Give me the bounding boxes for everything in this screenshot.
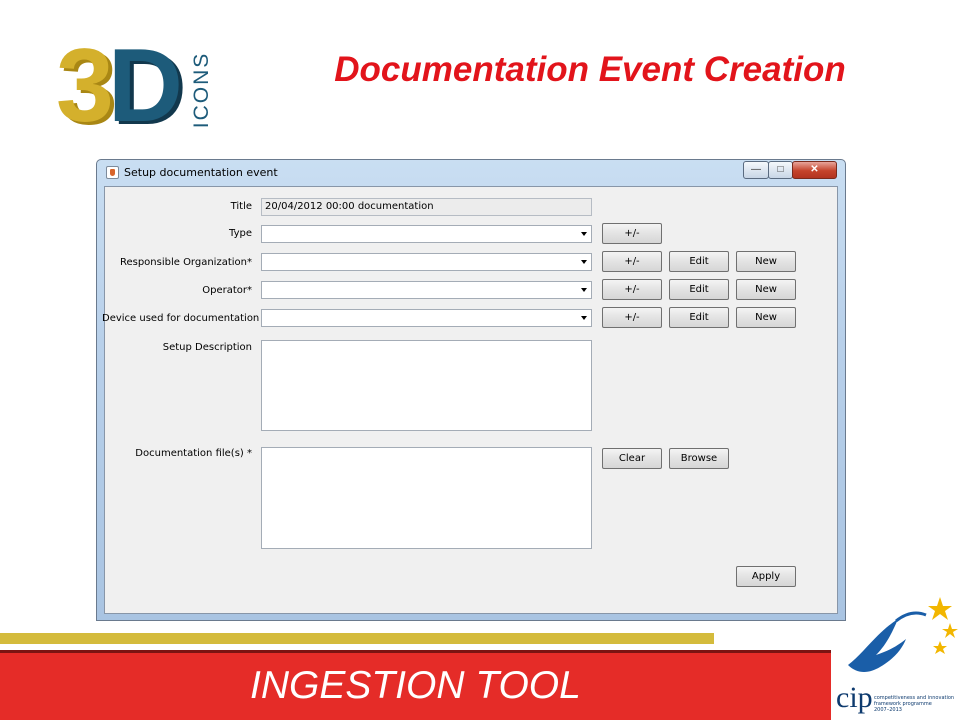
gold-divider-bar (0, 633, 714, 644)
cip-years: 2007–2013 (874, 707, 902, 713)
maximize-icon: □ (777, 164, 784, 175)
operator-label: Operator* (202, 285, 252, 296)
window-client-area: Title 20/04/2012 00:00 documentation Typ… (102, 186, 838, 614)
responsible-organization-edit-button[interactable]: Edit (669, 251, 729, 272)
apply-button[interactable]: Apply (736, 566, 796, 587)
documentation-files-label: Documentation file(s) * (135, 448, 252, 459)
cip-runner-stars-graphic (848, 597, 958, 672)
chevron-down-icon (581, 232, 587, 236)
responsible-organization-label: Responsible Organization* (119, 257, 252, 268)
responsible-organization-plus-minus-button[interactable]: +/- (602, 251, 662, 272)
device-plus-minus-button[interactable]: +/- (602, 307, 662, 328)
3d-icons-logo: 3D ICONS (56, 34, 216, 144)
close-button[interactable]: ✕ (792, 161, 837, 179)
chevron-down-icon (581, 316, 587, 320)
banner-text: INGESTION TOOL (250, 664, 581, 707)
title-field[interactable]: 20/04/2012 00:00 documentation (261, 198, 592, 216)
clear-button[interactable]: Clear (602, 448, 662, 469)
minimize-icon: — (751, 164, 761, 175)
operator-select[interactable] (261, 281, 592, 299)
maximize-button[interactable]: □ (768, 161, 793, 179)
responsible-organization-new-button[interactable]: New (736, 251, 796, 272)
responsible-organization-select[interactable] (261, 253, 592, 271)
cip-wordmark: cip (836, 681, 873, 714)
java-app-icon (106, 166, 119, 179)
operator-plus-minus-button[interactable]: +/- (602, 279, 662, 300)
type-plus-minus-button[interactable]: +/- (602, 223, 662, 244)
logo-icons-text: ICONS (190, 51, 213, 129)
close-icon: ✕ (810, 164, 819, 175)
logo-3d-mark: 3D (56, 28, 183, 144)
type-label: Type (229, 228, 252, 239)
slide-title: Documentation Event Creation (334, 50, 846, 89)
chevron-down-icon (581, 288, 587, 292)
minimize-button[interactable]: — (743, 161, 769, 179)
setup-description-textarea[interactable] (261, 340, 592, 431)
setup-documentation-event-window: Setup documentation event — □ ✕ Title 20… (96, 159, 846, 621)
slide: 3D ICONS Documentation Event Creation Se… (0, 0, 960, 720)
documentation-files-list[interactable] (261, 447, 592, 549)
device-new-button[interactable]: New (736, 307, 796, 328)
chevron-down-icon (581, 260, 587, 264)
device-edit-button[interactable]: Edit (669, 307, 729, 328)
title-label: Title (230, 201, 252, 212)
device-select[interactable] (261, 309, 592, 327)
operator-edit-button[interactable]: Edit (669, 279, 729, 300)
browse-button[interactable]: Browse (669, 448, 729, 469)
operator-new-button[interactable]: New (736, 279, 796, 300)
window-title: Setup documentation event (124, 166, 278, 179)
cip-tagline: competitiveness and innovation framework… (874, 695, 954, 713)
cip-logo: cip competitiveness and innovation frame… (836, 593, 960, 720)
device-label: Device used for documentation (102, 313, 260, 324)
type-select[interactable] (261, 225, 592, 243)
setup-description-label: Setup Description (162, 342, 252, 353)
window-titlebar[interactable]: Setup documentation event — □ ✕ (97, 160, 845, 186)
